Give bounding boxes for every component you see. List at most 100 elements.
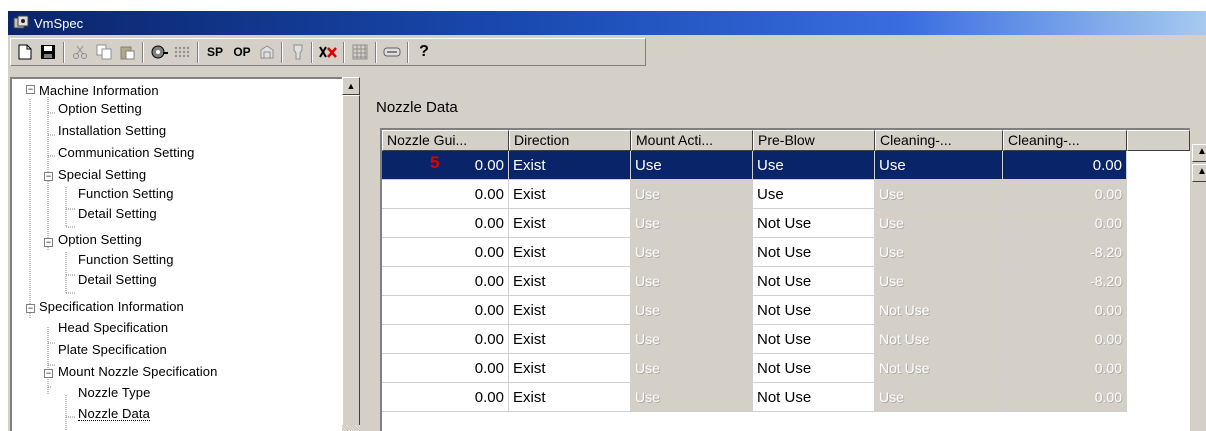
tree-expander-machine-info[interactable]: − xyxy=(26,85,35,94)
cell-mount-action[interactable]: Use xyxy=(631,151,753,180)
cell-cleaning-a[interactable]: Not Use xyxy=(875,325,1003,354)
cell-cleaning-a[interactable]: Use xyxy=(875,238,1003,267)
machine-icon[interactable] xyxy=(256,42,278,62)
cell-cleaning-b[interactable]: 0.00 xyxy=(1003,180,1127,209)
cell-mount-action[interactable]: Use xyxy=(631,383,753,412)
tree-expander-special-setting[interactable]: − xyxy=(44,172,53,181)
sp-button[interactable]: SP xyxy=(203,42,227,62)
cell-pre-blow[interactable]: Not Use xyxy=(753,267,875,296)
cell-direction[interactable]: Exist xyxy=(509,267,631,296)
tree-node-machine-information[interactable]: Machine Information xyxy=(39,84,159,97)
cell-direction[interactable]: Exist xyxy=(509,151,631,180)
cell-cleaning-b[interactable]: -8.20 xyxy=(1003,238,1127,267)
cell-mount-action[interactable]: Use xyxy=(631,354,753,383)
cell-mount-action[interactable]: Use xyxy=(631,209,753,238)
cell-cleaning-a[interactable]: Use xyxy=(875,151,1003,180)
tree-node-head-specification[interactable]: Head Specification xyxy=(58,321,168,334)
nozzle-icon[interactable] xyxy=(287,42,309,62)
cell-cleaning-a[interactable]: Use xyxy=(875,383,1003,412)
column-header-nozzle-guide[interactable]: Nozzle Gui... xyxy=(382,130,509,151)
tree-node-mount-nozzle-specification[interactable]: Mount Nozzle Specification xyxy=(58,365,217,378)
cut-scissors-icon[interactable] xyxy=(69,42,91,62)
scroll-up-arrow-icon[interactable]: ▲ xyxy=(1192,164,1206,182)
tree-node-function-setting[interactable]: Function Setting xyxy=(78,187,174,200)
cell-nozzle-guide[interactable]: 0.00 xyxy=(382,325,509,354)
cell-pre-blow[interactable]: Use xyxy=(753,151,875,180)
cell-pre-blow[interactable]: Not Use xyxy=(753,238,875,267)
tree-node-specification-information[interactable]: Specification Information xyxy=(39,300,184,313)
delete-x-icon[interactable] xyxy=(317,42,339,62)
cell-cleaning-b[interactable]: 0.00 xyxy=(1003,209,1127,238)
tree-node-installation-setting[interactable]: Installation Setting xyxy=(58,124,166,137)
tree-node-option-setting-group[interactable]: Option Setting xyxy=(58,233,142,246)
cell-direction[interactable]: Exist xyxy=(509,325,631,354)
cell-cleaning-a[interactable]: Use xyxy=(875,180,1003,209)
cell-pre-blow[interactable]: Use xyxy=(753,180,875,209)
grid-icon[interactable] xyxy=(349,42,371,62)
cell-cleaning-b[interactable]: 0.00 xyxy=(1003,151,1127,180)
column-header-pre-blow[interactable]: Pre-Blow xyxy=(753,130,875,151)
title-bar[interactable]: VmSpec xyxy=(8,11,1206,35)
card-icon[interactable] xyxy=(381,42,403,62)
cell-direction[interactable]: Exist xyxy=(509,238,631,267)
cell-nozzle-guide[interactable]: 0.00 xyxy=(382,238,509,267)
cell-pre-blow[interactable]: Not Use xyxy=(753,296,875,325)
cell-direction[interactable]: Exist xyxy=(509,180,631,209)
tree-node-detail-setting-2[interactable]: Detail Setting xyxy=(78,273,157,286)
save-disk-icon[interactable] xyxy=(37,42,59,62)
cell-mount-action[interactable]: Use xyxy=(631,267,753,296)
cell-cleaning-a[interactable]: Use xyxy=(875,209,1003,238)
cell-mount-action[interactable]: Use xyxy=(631,238,753,267)
column-header-cleaning-b[interactable]: Cleaning-... xyxy=(1003,130,1127,151)
scroll-up-arrow-icon[interactable]: ▲ xyxy=(342,77,360,95)
cell-mount-action[interactable]: Use xyxy=(631,180,753,209)
cell-direction[interactable]: Exist xyxy=(509,383,631,412)
new-document-icon[interactable] xyxy=(14,42,36,62)
cell-nozzle-guide[interactable]: 0.00 xyxy=(382,267,509,296)
cell-cleaning-b[interactable]: 0.00 xyxy=(1003,354,1127,383)
help-button[interactable]: ? xyxy=(413,42,435,62)
scroll-top-arrow-icon[interactable]: ▲ xyxy=(1192,144,1206,162)
cell-pre-blow[interactable]: Not Use xyxy=(753,209,875,238)
reel-icon[interactable] xyxy=(148,42,170,62)
cell-cleaning-b[interactable]: -8.20 xyxy=(1003,267,1127,296)
tree-node-plate-specification[interactable]: Plate Specification xyxy=(58,343,167,356)
op-button[interactable]: OP xyxy=(230,42,254,62)
tree-node-nozzle-type[interactable]: Nozzle Type xyxy=(78,386,150,399)
cell-nozzle-guide[interactable]: 0.00 xyxy=(382,151,509,180)
cell-direction[interactable]: Exist xyxy=(509,209,631,238)
cell-pre-blow[interactable]: Not Use xyxy=(753,354,875,383)
settings-tree[interactable]: − Machine Information Option Setting Ins… xyxy=(10,77,342,431)
column-header-direction[interactable]: Direction xyxy=(509,130,631,151)
cell-mount-action[interactable]: Use xyxy=(631,325,753,354)
column-header-cleaning-a[interactable]: Cleaning-... xyxy=(875,130,1003,151)
cell-cleaning-a[interactable]: Not Use xyxy=(875,296,1003,325)
cell-cleaning-a[interactable]: Use xyxy=(875,267,1003,296)
tree-scroll-thumb[interactable] xyxy=(342,95,360,425)
cell-direction[interactable]: Exist xyxy=(509,296,631,325)
cell-nozzle-guide[interactable]: 0.00 xyxy=(382,354,509,383)
cell-nozzle-guide[interactable]: 0.00 xyxy=(382,180,509,209)
tree-scrollbar[interactable]: ▲ xyxy=(342,77,360,431)
cell-mount-action[interactable]: Use xyxy=(631,296,753,325)
tree-expander-mount-nozzle[interactable]: − xyxy=(44,369,53,378)
cell-direction[interactable]: Exist xyxy=(509,354,631,383)
cell-pre-blow[interactable]: Not Use xyxy=(753,325,875,354)
cell-cleaning-b[interactable]: 0.00 xyxy=(1003,296,1127,325)
paste-icon[interactable] xyxy=(116,42,138,62)
column-header-mount-action[interactable]: Mount Acti... xyxy=(631,130,753,151)
cell-nozzle-guide[interactable]: 0.00 xyxy=(382,296,509,325)
tree-node-communication-setting[interactable]: Communication Setting xyxy=(58,146,195,159)
cell-cleaning-a[interactable]: Not Use xyxy=(875,354,1003,383)
grid-scrollbar[interactable]: ▲ ▲ xyxy=(1192,144,1206,431)
tree-node-function-setting-2[interactable]: Function Setting xyxy=(78,253,174,266)
nozzle-data-grid[interactable]: Nozzle Gui... Direction Mount Acti... Pr… xyxy=(380,128,1190,431)
cell-cleaning-b[interactable]: 0.00 xyxy=(1003,325,1127,354)
tree-node-nozzle-data[interactable]: Nozzle Data xyxy=(78,407,150,421)
tree-node-special-setting[interactable]: Special Setting xyxy=(58,168,146,181)
cell-nozzle-guide[interactable]: 0.00 xyxy=(382,209,509,238)
tree-expander-spec-info[interactable]: − xyxy=(26,304,35,313)
tree-node-detail-setting[interactable]: Detail Setting xyxy=(78,207,157,220)
copy-icon[interactable] xyxy=(93,42,115,62)
cell-cleaning-b[interactable]: 0.00 xyxy=(1003,383,1127,412)
